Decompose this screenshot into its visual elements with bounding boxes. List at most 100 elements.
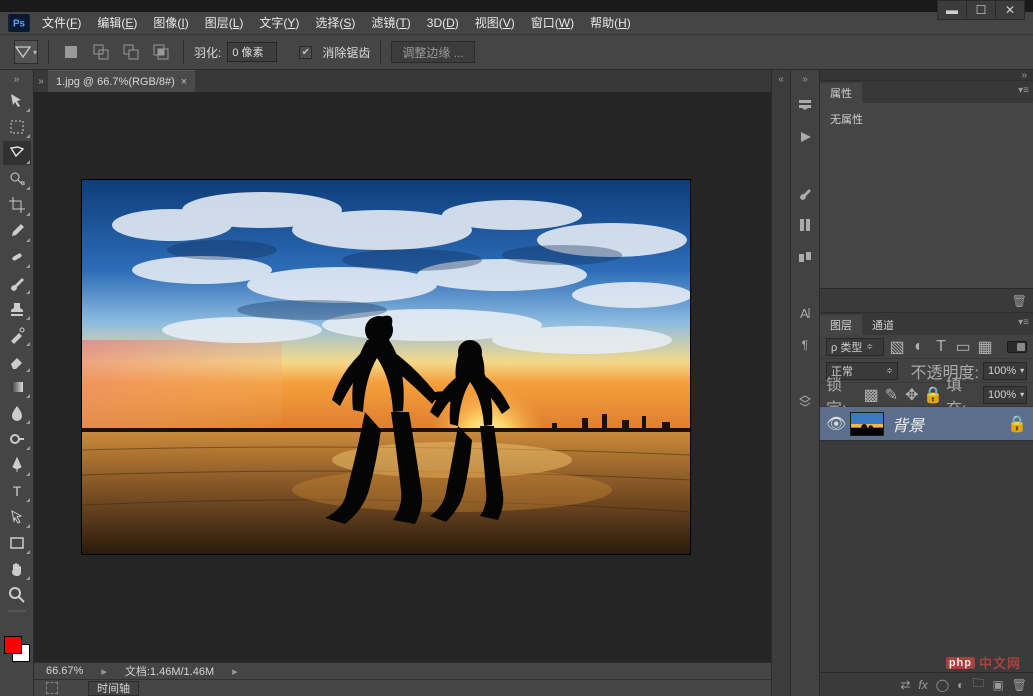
panel-collapse-icon[interactable]: » <box>820 70 1033 80</box>
selection-add-icon[interactable] <box>89 40 113 64</box>
panel-column: » 属性 ▾≡ 无属性 🗑 图层 通道 ▾≡ ρ 类型≑ ▧ ◐ T ▭ ▦ <box>819 70 1033 696</box>
trash-icon[interactable]: 🗑 <box>1012 294 1027 308</box>
antialias-checkbox[interactable]: ✔ <box>299 46 312 59</box>
quick-select-tool[interactable] <box>3 167 31 191</box>
panel-menu-icon[interactable]: ▾≡ <box>1018 317 1029 328</box>
menu-v[interactable]: 视图(V) <box>467 12 523 34</box>
filter-smart-icon[interactable]: ▦ <box>976 339 994 355</box>
group-icon[interactable]: 🗀 <box>972 674 984 695</box>
lasso-tool[interactable] <box>3 141 31 165</box>
filter-kind-select[interactable]: ρ 类型≑ <box>826 338 884 356</box>
timeline-button[interactable]: 时间轴 <box>88 681 139 696</box>
filter-adjust-icon[interactable]: ◐ <box>910 339 928 355</box>
doc-size-label: 文档: <box>125 666 150 678</box>
delete-layer-icon[interactable]: 🗑 <box>1012 678 1027 692</box>
brush-presets-icon[interactable] <box>793 213 817 237</box>
lock-all-icon[interactable]: 🔒 <box>924 387 942 403</box>
eyedropper-tool[interactable] <box>3 219 31 243</box>
layer-name[interactable]: 背景 <box>892 412 924 436</box>
selection-intersect-icon[interactable] <box>149 40 173 64</box>
zoom-tool[interactable] <box>3 583 31 607</box>
layer-row[interactable]: 👁 背景 🔒 <box>820 407 1033 441</box>
hand-tool[interactable] <box>3 557 31 581</box>
visibility-icon[interactable]: 👁 <box>826 414 842 434</box>
eraser-tool[interactable] <box>3 349 31 373</box>
menu-h[interactable]: 帮助(H) <box>582 12 639 34</box>
layer-list[interactable]: 👁 背景 🔒 <box>820 407 1033 672</box>
menu-s[interactable]: 选择(S) <box>307 12 363 34</box>
crop-tool[interactable] <box>3 193 31 217</box>
link-layers-icon[interactable]: ⇄ <box>900 678 910 692</box>
refine-edge-button[interactable]: 调整边缘 ... <box>391 41 474 63</box>
app-logo-icon: Ps <box>4 12 34 34</box>
brush-tool[interactable] <box>3 271 31 295</box>
actions-panel-icon[interactable] <box>793 125 817 149</box>
menu-f[interactable]: 文件(F) <box>34 12 89 34</box>
lock-pos-icon[interactable]: ✥ <box>904 387 920 403</box>
clone-source-icon[interactable] <box>793 245 817 269</box>
dodge-tool[interactable] <box>3 427 31 451</box>
tab-expand-icon[interactable]: » <box>34 70 48 92</box>
gradient-tool[interactable] <box>3 375 31 399</box>
lock-trans-icon[interactable]: ▩ <box>863 387 879 403</box>
menu-l[interactable]: 图层(L) <box>197 12 252 34</box>
opacity-input[interactable]: 100%▾ <box>983 362 1027 380</box>
layer-thumbnail[interactable] <box>850 412 884 436</box>
layers-footer: ⇄ fx ◯ ◐ 🗀 ▣ 🗑 <box>820 672 1033 696</box>
document-tab[interactable]: 1.jpg @ 66.7%(RGB/8#) × <box>48 70 195 92</box>
maximize-button[interactable]: ☐ <box>966 0 996 20</box>
channels-tab[interactable]: 通道 <box>862 315 904 335</box>
svg-text:A: A <box>800 306 809 321</box>
menu-i[interactable]: 图像(I) <box>145 12 196 34</box>
feather-input[interactable] <box>227 42 277 62</box>
layer-fx-icon[interactable]: fx <box>918 678 927 692</box>
history-panel-icon[interactable] <box>793 93 817 117</box>
filter-type-icon[interactable]: T <box>932 339 950 355</box>
adjustment-layer-icon[interactable]: ◐ <box>957 678 964 692</box>
marquee-tool[interactable] <box>3 115 31 139</box>
stamp-tool[interactable] <box>3 297 31 321</box>
panel-menu-icon[interactable]: ▾≡ <box>1018 85 1029 96</box>
new-layer-icon[interactable]: ▣ <box>992 678 1003 692</box>
tools-presets-icon[interactable] <box>793 389 817 413</box>
minimize-button[interactable]: ▬ <box>937 0 967 20</box>
document-image[interactable] <box>82 180 690 554</box>
menu-w[interactable]: 窗口(W) <box>523 12 582 34</box>
layers-tab[interactable]: 图层 <box>820 315 862 335</box>
shape-tool[interactable] <box>3 531 31 555</box>
type-tool[interactable]: T <box>3 479 31 503</box>
layers-panel: 图层 通道 ▾≡ ρ 类型≑ ▧ ◐ T ▭ ▦ 正常≑ 不透明度: 100%▾… <box>820 312 1033 696</box>
tool-preset-button[interactable]: ▾ <box>14 40 38 64</box>
color-swatch[interactable] <box>2 634 32 664</box>
path-select-tool[interactable] <box>3 505 31 529</box>
toolbox-expand-icon[interactable]: » <box>14 74 20 88</box>
blur-tool[interactable] <box>3 401 31 425</box>
filter-shape-icon[interactable]: ▭ <box>954 339 972 355</box>
foreground-color-swatch[interactable] <box>4 636 22 654</box>
properties-tab[interactable]: 属性 <box>820 83 862 103</box>
fill-input[interactable]: 100%▾ <box>983 386 1027 404</box>
selection-new-icon[interactable] <box>59 40 83 64</box>
lock-paint-icon[interactable]: ✎ <box>883 387 899 403</box>
layer-mask-icon[interactable]: ◯ <box>936 678 949 692</box>
filter-pixel-icon[interactable]: ▧ <box>888 339 906 355</box>
panel-dock-strip[interactable]: « <box>771 70 791 696</box>
tab-close-icon[interactable]: × <box>181 76 187 88</box>
menu-y[interactable]: 文字(Y) <box>251 12 307 34</box>
menu-t[interactable]: 滤镜(T) <box>363 12 418 34</box>
menu-d[interactable]: 3D(D) <box>419 12 467 34</box>
canvas-area[interactable] <box>34 92 771 662</box>
pen-tool[interactable] <box>3 453 31 477</box>
move-tool[interactable] <box>3 89 31 113</box>
paragraph-panel-icon[interactable]: ¶ <box>793 333 817 357</box>
quickmask-icon[interactable] <box>46 682 58 694</box>
history-brush-tool[interactable] <box>3 323 31 347</box>
healing-tool[interactable] <box>3 245 31 269</box>
close-button[interactable]: ✕ <box>995 0 1025 20</box>
zoom-readout[interactable]: 66.67% <box>46 665 83 677</box>
brush-panel-icon[interactable] <box>793 181 817 205</box>
character-panel-icon[interactable]: A <box>793 301 817 325</box>
menu-e[interactable]: 编辑(E) <box>89 12 145 34</box>
selection-subtract-icon[interactable] <box>119 40 143 64</box>
filter-toggle[interactable] <box>1007 341 1027 353</box>
